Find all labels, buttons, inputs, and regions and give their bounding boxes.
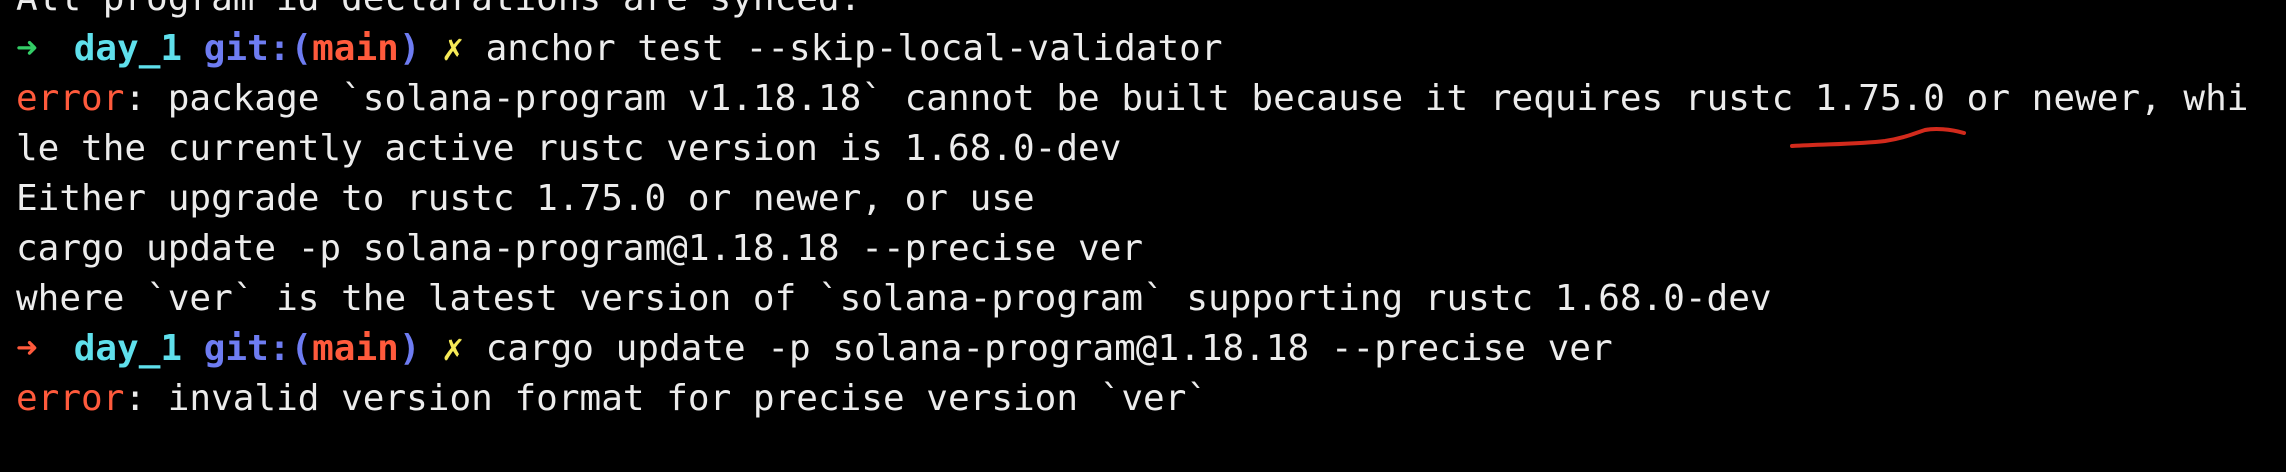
output-text: where `ver` is the latest version of `so… bbox=[16, 278, 1772, 319]
git-label-close: ) bbox=[398, 328, 421, 369]
output-line: All program id declarations are synced. bbox=[16, 0, 2248, 24]
prompt-arrow-icon: ➜ bbox=[16, 28, 38, 69]
output-line: le the currently active rustc version is… bbox=[16, 124, 2248, 174]
error-line: error: invalid version format for precis… bbox=[16, 374, 2248, 424]
error-line: error: package `solana-program v1.18.18`… bbox=[16, 74, 2248, 124]
git-label: git:( bbox=[203, 28, 313, 69]
command-text: cargo update -p solana-program@1.18.18 -… bbox=[485, 328, 1613, 369]
prompt-arrow-icon: ➜ bbox=[16, 328, 38, 369]
error-label: error bbox=[16, 378, 125, 419]
git-branch: main bbox=[312, 328, 399, 369]
command-text: anchor test --skip-local-validator bbox=[485, 28, 1223, 69]
terminal-output: All program id declarations are synced. ➜… bbox=[16, 0, 2248, 424]
git-label-close: ) bbox=[398, 28, 421, 69]
terminal-window[interactable]: All program id declarations are synced. ➜… bbox=[0, 0, 2286, 472]
dirty-marker-icon: ✗ bbox=[442, 28, 464, 69]
output-line: Either upgrade to rustc 1.75.0 or newer,… bbox=[16, 174, 2248, 224]
output-text: cargo update -p solana-program@1.18.18 -… bbox=[16, 228, 1144, 269]
prompt-line: ➜ day_1 git:(main) ✗ anchor test --skip-l… bbox=[16, 24, 2248, 74]
output-text: All program id declarations are synced. bbox=[16, 0, 861, 19]
dirty-marker-icon: ✗ bbox=[442, 328, 464, 369]
git-branch: main bbox=[312, 28, 399, 69]
output-text: Either upgrade to rustc 1.75.0 or newer,… bbox=[16, 178, 1035, 219]
git-label: git:( bbox=[203, 328, 313, 369]
error-label: error bbox=[16, 78, 125, 119]
prompt-directory: day_1 bbox=[73, 328, 183, 369]
output-text: le the currently active rustc version is… bbox=[16, 128, 1122, 169]
error-message: : package `solana-program v1.18.18` cann… bbox=[124, 78, 2249, 119]
prompt-line: ➜ day_1 git:(main) ✗ cargo update -p sola… bbox=[16, 324, 2248, 374]
prompt-directory: day_1 bbox=[73, 28, 183, 69]
error-message: : invalid version format for precise ver… bbox=[124, 378, 1209, 419]
output-line: where `ver` is the latest version of `so… bbox=[16, 274, 2248, 324]
output-line: cargo update -p solana-program@1.18.18 -… bbox=[16, 224, 2248, 274]
